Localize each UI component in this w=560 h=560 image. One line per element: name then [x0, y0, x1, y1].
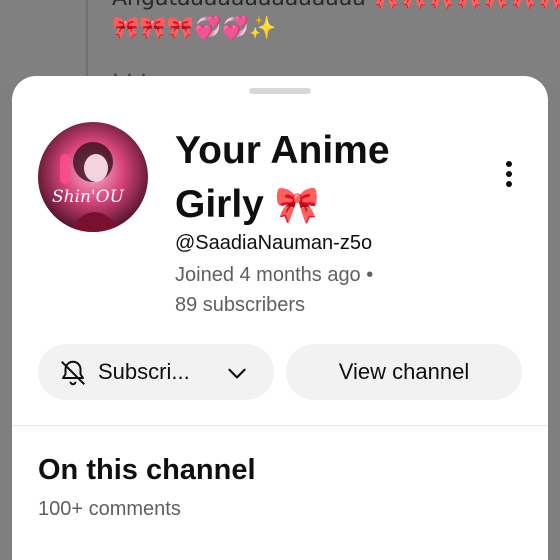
- subscribe-button[interactable]: Subscri...: [38, 344, 274, 400]
- drag-handle[interactable]: [249, 88, 311, 94]
- avatar[interactable]: Shin'OU: [38, 122, 148, 232]
- more-options-button[interactable]: [494, 156, 524, 192]
- chevron-down-icon[interactable]: [224, 360, 250, 386]
- avatar-logo-text: Shin'OU: [52, 187, 125, 207]
- more-vert-icon: [506, 161, 512, 167]
- subscriber-count: 89 subscribers: [175, 294, 306, 316]
- background-comment-line: 🎀🎀🎀💞💞✨: [112, 16, 277, 41]
- background-comment-line: Angataaaaaaaaaaaaaa 🎀🎀🎀🎀🎀🎀🎀: [112, 0, 560, 11]
- channel-bottom-sheet: Shin'OU Your Anime Girly 🎀 @SaadiaNauman…: [12, 76, 548, 560]
- divider: [12, 425, 548, 426]
- channel-name: Your Anime Girly 🎀: [175, 124, 475, 233]
- bell-icon: [61, 360, 85, 386]
- joined-date: Joined 4 months ago •: [175, 264, 374, 286]
- comments-count: 100+ comments: [38, 498, 181, 520]
- subscribe-label: Subscri...: [98, 359, 190, 384]
- view-channel-label: View channel: [338, 359, 470, 384]
- view-channel-button[interactable]: View channel: [286, 344, 522, 400]
- channel-handle: @SaadiaNauman-z5o: [175, 232, 373, 254]
- bow-emoji: 🎀: [274, 185, 320, 226]
- section-title: On this channel: [38, 454, 256, 486]
